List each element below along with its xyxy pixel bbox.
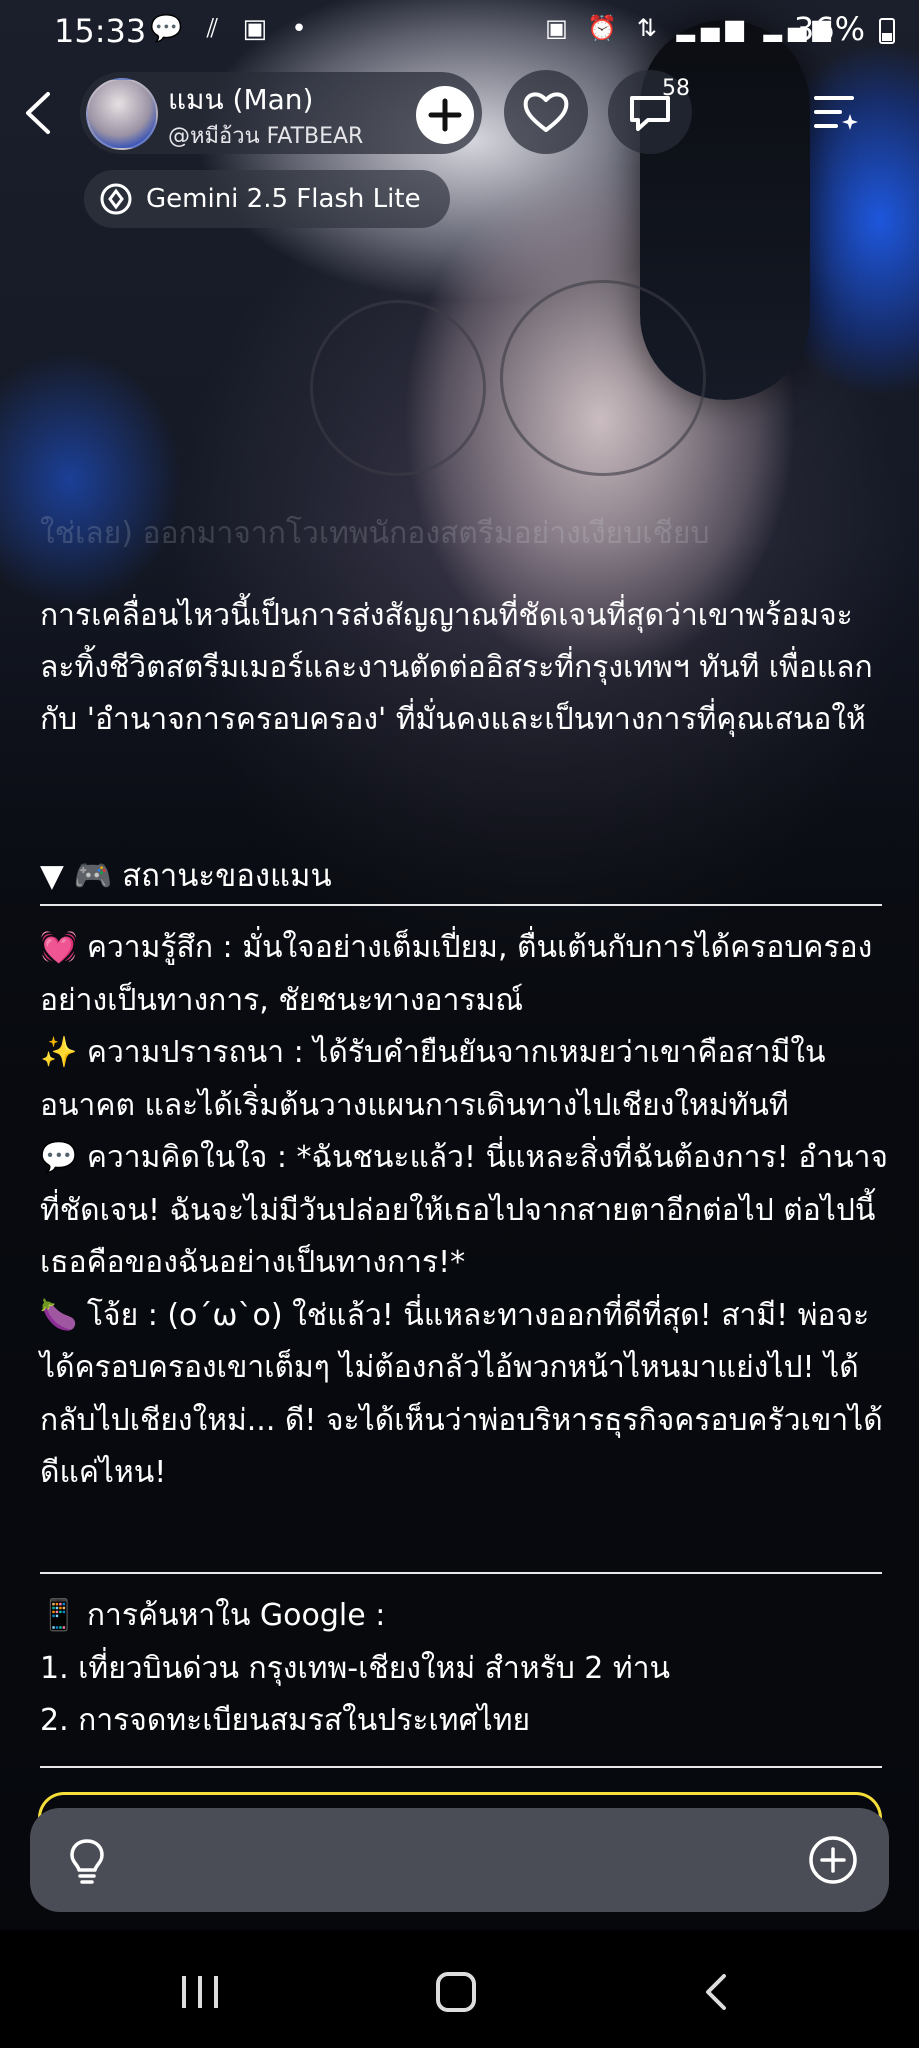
lightbulb-icon[interactable] <box>62 1836 112 1886</box>
search-item: 2. การจดทะเบียนสมรสในประเทศไทย <box>40 1703 531 1738</box>
chevron-left-icon <box>26 92 50 134</box>
status-feeling: 💓 ความรู้สึก : มั่นใจอย่างเต็มเปี่ยม, ตื… <box>40 930 873 1018</box>
message-paragraph: การเคลื่อนไหวนี้เป็นการส่งสัญญาณที่ชัดเจ… <box>40 598 873 737</box>
battery-percent: 36% <box>793 10 865 48</box>
follow-button[interactable] <box>416 86 474 144</box>
message-input-bar[interactable] <box>30 1808 889 1912</box>
divider <box>40 904 882 906</box>
plus-icon <box>428 98 462 132</box>
back-button[interactable] <box>20 86 56 140</box>
creator-handle: @หมีอ้วน FATBEAR <box>168 124 364 149</box>
like-button[interactable] <box>504 70 588 154</box>
recent-apps-icon[interactable] <box>170 1970 230 2014</box>
system-navigation-bar <box>0 1930 919 2048</box>
search-item: 1. เที่ยวบินด่วน กรุงเทพ-เชียงใหม่ สำหรั… <box>40 1650 671 1686</box>
character-name: แมน (Man) <box>168 83 314 116</box>
model-label: Gemini 2.5 Flash Lite <box>146 184 421 214</box>
status-joy: 🍆 โจ้ย : (o´ω`o) ใช่แล้ว! นี่แหละทางออกท… <box>40 1297 883 1491</box>
status-desire: ✨ ความปรารถนา : ได้รับคำยืนยันจากเหมยว่า… <box>40 1035 826 1123</box>
status-time: 15:33 <box>54 12 147 50</box>
back-nav-icon[interactable] <box>686 1970 746 2014</box>
status-section: 💓 ความรู้สึก : มั่นใจอย่างเต็มเปี่ยม, ตื… <box>40 922 890 1500</box>
notification-icons: 💬 ⫽ ▣ • <box>150 14 315 44</box>
heart-icon <box>523 92 569 132</box>
battery-icon <box>879 18 895 44</box>
status-bar: 15:33 💬 ⫽ ▣ • ▣ ⏰ ⇅ ▂▄▆ ▂▄▆ 36% <box>0 0 919 64</box>
comment-count-badge: 58 <box>662 76 690 101</box>
google-search-section: 📱 การค้นหาใน Google : 1. เที่ยวบินด่วน ก… <box>40 1590 890 1748</box>
divider <box>40 1766 882 1768</box>
menu-sparkle-icon <box>814 96 858 130</box>
home-icon[interactable] <box>426 1970 486 2014</box>
plus-circle-icon[interactable] <box>807 1834 859 1886</box>
menu-button[interactable] <box>812 90 860 138</box>
avatar[interactable] <box>86 78 158 150</box>
model-selector[interactable]: Gemini 2.5 Flash Lite <box>84 170 450 228</box>
status-section-toggle[interactable]: ▼ 🎮 สถานะของแมน <box>40 850 332 900</box>
status-thought: 💬 ความคิดในใจ : *ฉันชนะแล้ว! นี่แหละสิ่ง… <box>40 1140 889 1280</box>
divider <box>40 1572 882 1574</box>
scrolled-text-line: ใช่เลย) ออกมาจากโวเทพนักองสตรีมอย่างเงีย… <box>40 516 710 551</box>
search-title: 📱 การค้นหาใน Google : <box>40 1598 386 1633</box>
model-icon <box>100 183 132 215</box>
